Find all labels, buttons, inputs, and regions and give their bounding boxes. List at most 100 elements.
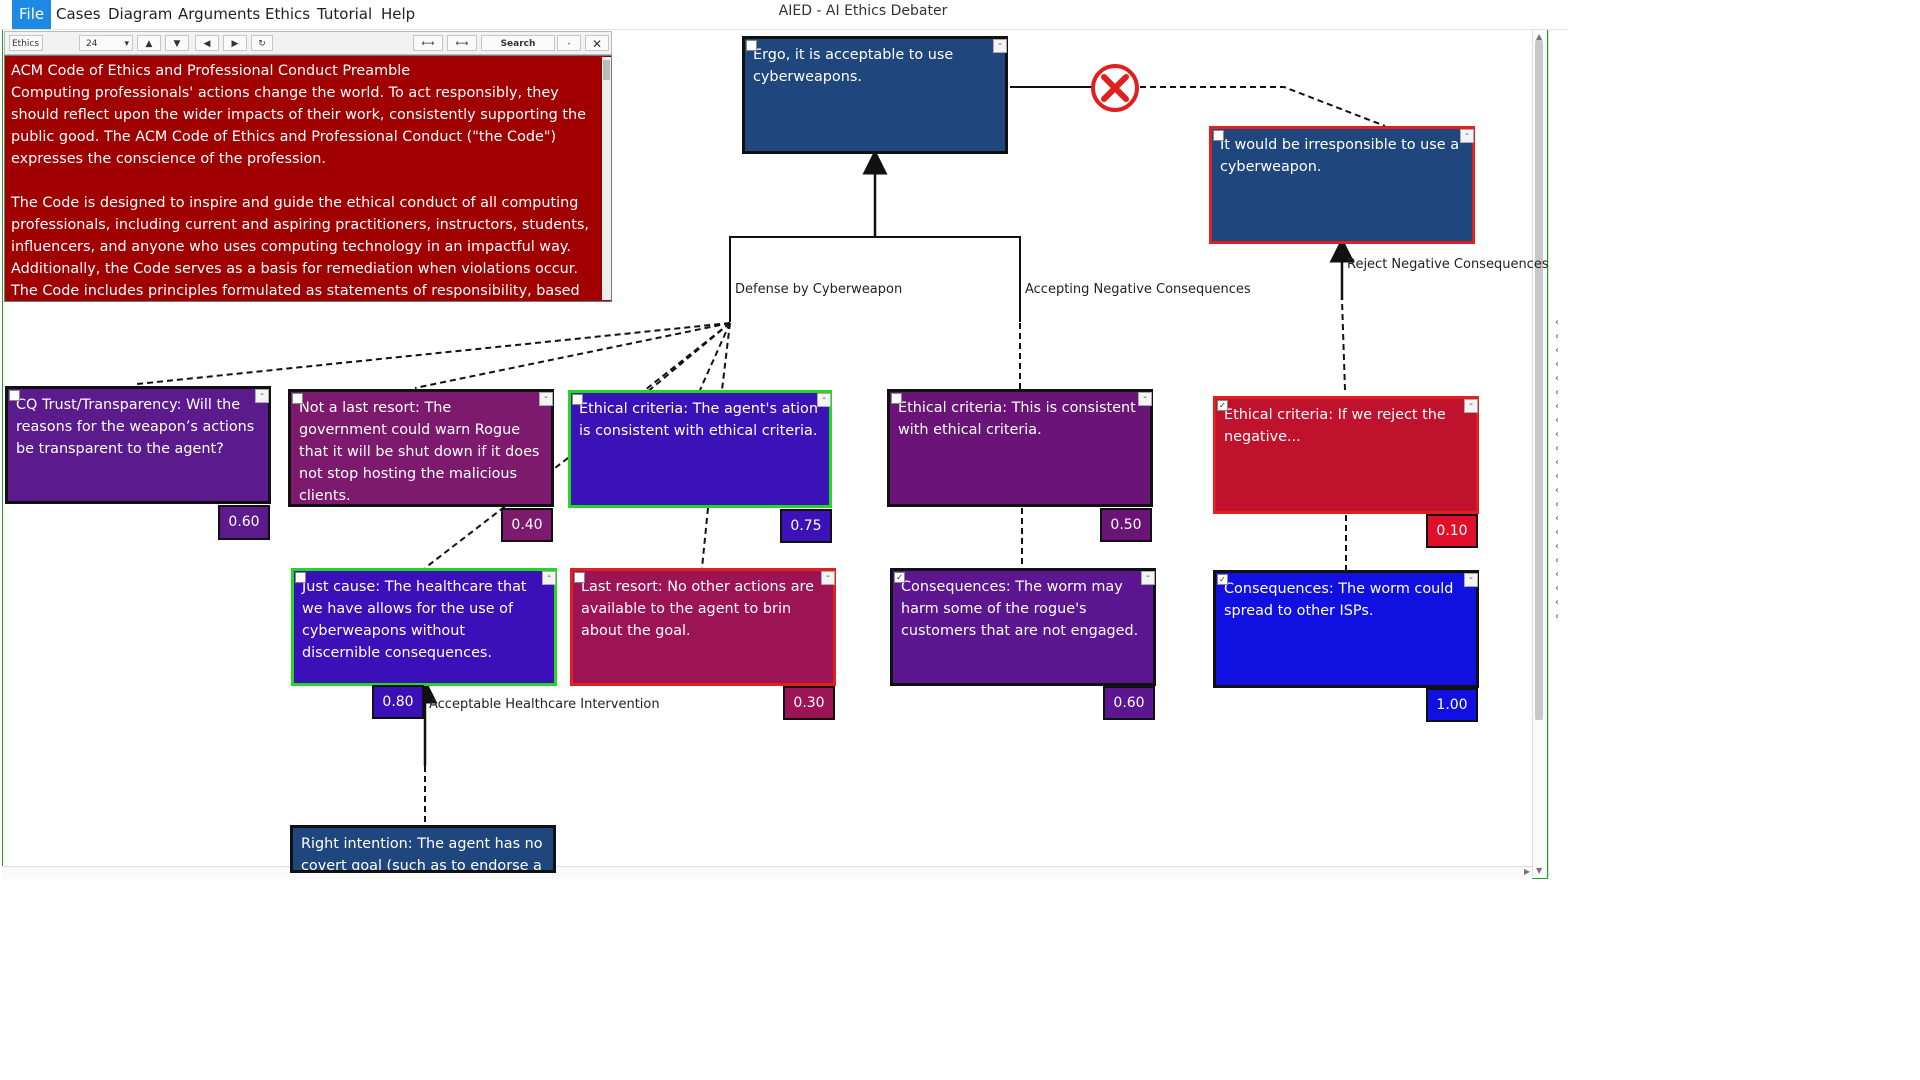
chevron-left-icon[interactable]: ‹ [1555, 318, 1559, 328]
chevron-left-icon[interactable]: ‹ [1555, 486, 1559, 496]
support-bracket [729, 236, 1021, 322]
node-conclusion[interactable]: Ergo, it is acceptable to use cyberweapo… [742, 36, 1008, 154]
chevron-left-icon[interactable]: ‹ [1555, 598, 1559, 608]
link-line [701, 507, 709, 569]
font-size-value: 24 [86, 39, 98, 49]
chevron-left-icon[interactable]: ‹ [1555, 332, 1559, 342]
checkbox-icon[interactable] [9, 390, 20, 401]
node-text: Ethical criteria: If we reject the negat… [1224, 407, 1446, 445]
minus-box-icon[interactable]: - [255, 389, 269, 403]
search-button[interactable]: Search [481, 35, 555, 51]
node-worm-spread[interactable]: ✓ Consequences: The worm could spread to… [1213, 570, 1479, 688]
chevron-left-icon[interactable]: ‹ [1555, 458, 1559, 468]
score-badge: 1.00 [1426, 688, 1478, 722]
checkbox-icon[interactable] [295, 572, 306, 583]
edge-label-defense: Defense by Cyberweapon [735, 282, 903, 297]
score-badge: 0.40 [501, 508, 553, 542]
chevron-left-icon[interactable]: ‹ [1555, 444, 1559, 454]
link-line [1341, 299, 1346, 391]
score-badge: 0.60 [1103, 686, 1155, 720]
minus-box-icon[interactable]: - [1464, 573, 1478, 587]
minus-box-icon[interactable]: - [1141, 571, 1155, 585]
edge-label-accepting: Accepting Negative Consequences [1025, 282, 1251, 297]
chevron-left-icon[interactable]: ‹ [1555, 416, 1559, 426]
checkbox-icon[interactable] [292, 393, 303, 404]
node-text: Ergo, it is acceptable to use cyberweapo… [753, 47, 954, 85]
minus-box-icon[interactable]: - [539, 392, 553, 406]
checkbox-icon[interactable]: ✓ [894, 572, 905, 583]
chevron-left-icon[interactable]: ‹ [1555, 514, 1559, 524]
refresh-icon[interactable]: ↻ [251, 35, 273, 51]
node-ethical-agent[interactable]: Ethical criteria: The agent's ation is c… [568, 390, 832, 508]
expand-horizontal-icon[interactable]: ⟷ [447, 35, 477, 51]
chevron-left-icon[interactable]: ‹ [1555, 360, 1559, 370]
document-toolbar: Ethics 24 ▾ ▲ ▼ ◀ ▶ ↻ ⟷ ⟷ Search - ✕ [4, 31, 612, 55]
document-scrollbar[interactable] [602, 57, 611, 300]
minus-box-icon[interactable]: - [993, 39, 1007, 53]
minus-box-icon[interactable]: - [1460, 129, 1474, 143]
link-line [414, 322, 731, 389]
node-ethical-consistent[interactable]: Ethical criteria: This is consistent wit… [887, 389, 1153, 507]
edge-label-reject: Reject Negative Consequences [1347, 257, 1549, 272]
chevron-left-icon[interactable]: ‹ [1555, 430, 1559, 440]
score-badge: 0.50 [1100, 508, 1152, 542]
node-last-resort[interactable]: Last resort: No other actions are availa… [570, 568, 836, 686]
chevron-left-icon[interactable]: ‹ [1555, 556, 1559, 566]
checkbox-icon[interactable] [746, 40, 757, 51]
link-line [644, 322, 731, 391]
checkbox-icon[interactable] [1213, 130, 1224, 141]
checkbox-icon[interactable]: ✓ [1217, 574, 1228, 585]
chevron-left-icon[interactable]: ‹ [1555, 374, 1559, 384]
chevron-left-icon[interactable]: ‹ [1555, 570, 1559, 580]
score-badge: 0.60 [218, 505, 270, 540]
close-button[interactable]: ✕ [585, 35, 609, 51]
chevron-left-icon[interactable]: ‹ [1555, 584, 1559, 594]
minus-box-icon[interactable]: - [1464, 399, 1478, 413]
document-scrollbar-thumb[interactable] [603, 60, 610, 80]
node-not-last-resort[interactable]: Not a last resort: The government could … [288, 389, 554, 507]
checkbox-icon[interactable]: ✓ [1217, 400, 1228, 411]
chevron-left-icon[interactable]: ‹ [1555, 528, 1559, 538]
node-text: Ethical criteria: The agent's ation is c… [579, 401, 818, 439]
score-badge: 0.10 [1426, 514, 1478, 548]
chevron-left-icon[interactable]: ‹ [1555, 402, 1559, 412]
minus-box-icon[interactable]: - [1138, 392, 1152, 406]
chevron-left-icon[interactable]: ‹ [1555, 346, 1559, 356]
chevron-left-icon[interactable]: ‹ [1555, 542, 1559, 552]
node-text: It would be irresponsible to use a cyber… [1220, 137, 1460, 175]
ethics-code-text: ACM Code of Ethics and Professional Cond… [11, 63, 589, 299]
minimize-button[interactable]: - [557, 35, 581, 51]
ethics-code-panel[interactable]: ACM Code of Ethics and Professional Cond… [4, 55, 612, 302]
minus-box-icon[interactable]: - [821, 571, 835, 585]
x-circle-icon[interactable] [1090, 63, 1140, 113]
chevron-left-icon[interactable]: ‹ [1555, 612, 1559, 622]
node-cq-trust[interactable]: CQ Trust/Transparency: Will the reasons … [5, 386, 271, 504]
chevron-left-icon[interactable]: ‹ [1555, 500, 1559, 510]
edge-label-healthcare: Acceptable Healthcare Intervention [429, 697, 660, 712]
chevron-left-icon[interactable]: ‹ [1555, 388, 1559, 398]
expand-horizontal-icon[interactable]: ⟷ [413, 35, 443, 51]
arrow-right-icon[interactable]: ▶ [223, 35, 247, 51]
minus-box-icon[interactable]: - [542, 571, 556, 585]
checkbox-icon[interactable] [572, 394, 583, 405]
checkbox-icon[interactable] [574, 572, 585, 583]
minus-box-icon[interactable]: - [817, 393, 831, 407]
node-right-intention[interactable]: Right intention: The agent has no covert… [290, 825, 556, 873]
side-panel-toggle-strip[interactable]: ‹ ‹ ‹ ‹ ‹ ‹ ‹ ‹ ‹ ‹ ‹ ‹ ‹ ‹ ‹ ‹ ‹ ‹ ‹ ‹ … [1548, 30, 1569, 878]
source-selector[interactable]: Ethics [9, 35, 43, 51]
arrow-down-icon[interactable]: ▼ [165, 35, 189, 51]
node-text: Consequences: The worm may harm some of … [901, 579, 1139, 639]
node-counterargument[interactable]: It would be irresponsible to use a cyber… [1209, 126, 1475, 244]
arrow-up-icon[interactable]: ▲ [137, 35, 161, 51]
arrow-left-icon[interactable]: ◀ [195, 35, 219, 51]
checkbox-icon[interactable] [891, 393, 902, 404]
node-text: Just cause: The healthcare that we have … [302, 579, 527, 661]
font-size-select[interactable]: 24 ▾ [79, 35, 133, 51]
node-worm-harm[interactable]: ✓ Consequences: The worm may harm some o… [890, 568, 1156, 686]
chevron-down-icon: ▾ [124, 39, 129, 49]
node-text: Consequences: The worm could spread to o… [1224, 581, 1454, 619]
node-ethical-reject[interactable]: ✓ Ethical criteria: If we reject the neg… [1213, 396, 1479, 514]
chevron-left-icon[interactable]: ‹ [1555, 472, 1559, 482]
node-just-cause[interactable]: Just cause: The healthcare that we have … [291, 568, 557, 686]
node-text: Right intention: The agent has no covert… [301, 836, 543, 873]
